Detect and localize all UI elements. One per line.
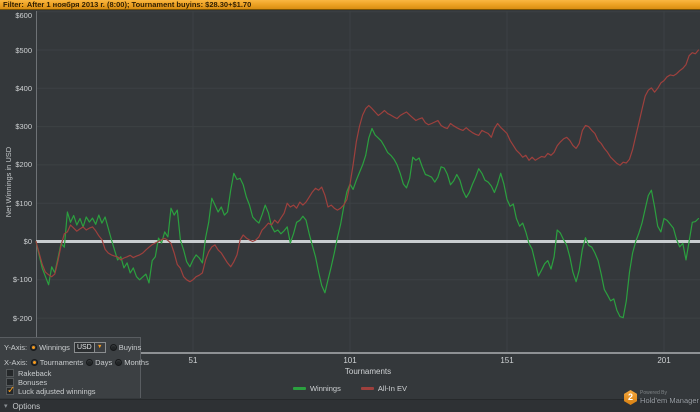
filter-label: Filter:: [3, 0, 24, 9]
months-radio-label: Months: [124, 357, 149, 367]
y-axis-row: Y-Axis: Winnings USD ▼ Buyins: [0, 341, 142, 353]
days-radio-label: Days: [95, 357, 113, 367]
chevron-down-icon: ▾: [4, 403, 8, 410]
legend-item-winnings: Winnings: [292, 384, 341, 393]
radio-icon: [109, 343, 117, 351]
currency-value: USD: [73, 341, 95, 353]
rakeback-label: Rakeback: [18, 368, 52, 378]
filter-bar: Filter: After 1 ноября 2013 г. (8:00); To…: [0, 0, 700, 10]
currency-dropdown[interactable]: USD ▼: [73, 341, 106, 353]
tournaments-radio-label: Tournaments: [39, 357, 84, 367]
luck-adjusted-label: Luck adjusted winnings: [18, 386, 96, 396]
options-button-label: Options: [12, 402, 41, 411]
options-button[interactable]: ▾ Options: [4, 401, 40, 412]
winnings-radio-label: Winnings: [39, 342, 70, 352]
bottom-bar: ▾ Options: [0, 399, 700, 412]
filter-text: After 1 ноября 2013 г. (8:00); Tournamen…: [26, 0, 252, 9]
checkbox-icon: [6, 369, 14, 377]
y-axis-title: Net Winnings in USD: [4, 146, 13, 218]
y-axis-label: Y-Axis:: [4, 342, 28, 352]
legend-allin-ev-label: All-In EV: [377, 384, 408, 393]
radio-icon: [86, 358, 94, 366]
hm2-badge-icon: 2: [624, 390, 638, 405]
graph-controls-panel: Y-Axis: Winnings USD ▼ Buyins X-Axis: To…: [0, 337, 149, 398]
checkbox-icon: [6, 385, 15, 396]
bonuses-label: Bonuses: [18, 377, 48, 387]
x-axis-label: X-Axis:: [4, 357, 28, 367]
rakeback-checkbox-row[interactable]: Rakeback: [0, 368, 140, 378]
radio-icon: [30, 343, 38, 351]
allin-ev-line-swatch: [360, 387, 374, 390]
bonuses-checkbox-row[interactable]: Bonuses: [0, 377, 140, 387]
hm2-graph-window: $600 $500 $400 $300 $200 $100 $0 $-100 $-200 51 10…: [0, 0, 700, 412]
x-axis-days-radio[interactable]: Days: [86, 358, 112, 367]
x-axis-row: X-Axis: Tournaments Days Months: [0, 356, 149, 368]
y-axis-buyins-radio[interactable]: Buyins: [109, 342, 142, 352]
x-axis-months-radio[interactable]: Months: [115, 358, 149, 367]
y-axis-winnings-radio[interactable]: Winnings: [30, 343, 70, 352]
luck-adjusted-checkbox-row[interactable]: Luck adjusted winnings: [0, 385, 140, 396]
brand-text: Powered By Hold'em Manager: [640, 389, 699, 405]
chevron-down-icon: ▼: [94, 341, 106, 353]
winnings-line-swatch: [292, 387, 306, 390]
app-name-label: Hold'em Manager: [640, 395, 699, 405]
radio-icon: [30, 358, 38, 366]
legend-item-allin-ev: All-In EV: [360, 384, 408, 393]
holdem-manager-branding: 2 Powered By Hold'em Manager: [624, 390, 699, 405]
x-axis-tournaments-radio[interactable]: Tournaments: [30, 357, 84, 367]
radio-icon: [115, 358, 123, 366]
buyins-radio-label: Buyins: [118, 342, 142, 352]
legend-winnings-label: Winnings: [309, 384, 341, 393]
powered-by-label: Powered By: [640, 389, 667, 396]
